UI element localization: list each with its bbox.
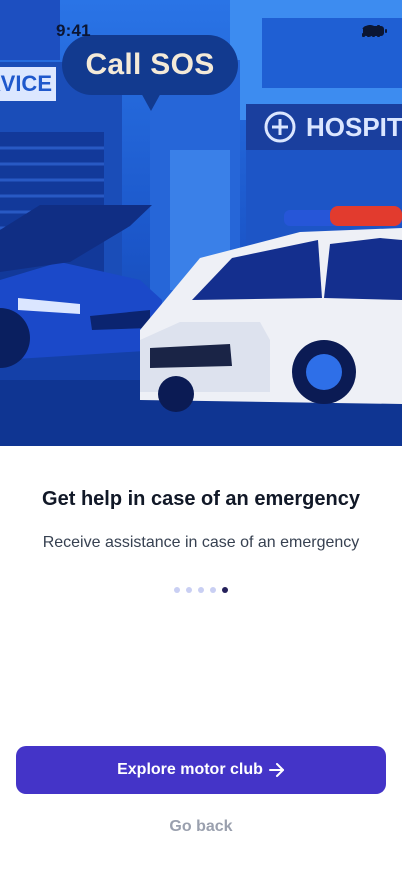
status-bar: 9:41 [0, 0, 402, 54]
pagination-dot[interactable] [198, 587, 204, 593]
hero-illustration: 9:41 Call SOS RVICE HOSPIT [0, 0, 402, 446]
pagination-dot-active[interactable] [222, 587, 228, 593]
arrow-right-icon [268, 763, 284, 777]
service-sign-text: RVICE [0, 71, 52, 96]
service-sign: RVICE [0, 67, 56, 101]
explore-motor-club-button[interactable]: Explore motor club [16, 746, 386, 794]
pagination-dot[interactable] [174, 587, 180, 593]
hospital-sign: HOSPIT [306, 110, 402, 144]
go-back-button[interactable]: Go back [0, 818, 402, 836]
explore-motor-club-label: Explore motor club [117, 761, 263, 778]
status-time: 9:41 [56, 21, 91, 40]
pagination-dot[interactable] [186, 587, 192, 593]
pagination-dots [174, 587, 228, 593]
hospital-sign-text: HOSPIT [306, 111, 402, 142]
page-subtitle: Receive assistance in case of an emergen… [42, 534, 360, 551]
battery-icon [363, 26, 387, 36]
pagination-dot[interactable] [210, 587, 216, 593]
bubble-tail [140, 91, 162, 111]
page-title: Get help in case of an emergency [42, 488, 360, 510]
